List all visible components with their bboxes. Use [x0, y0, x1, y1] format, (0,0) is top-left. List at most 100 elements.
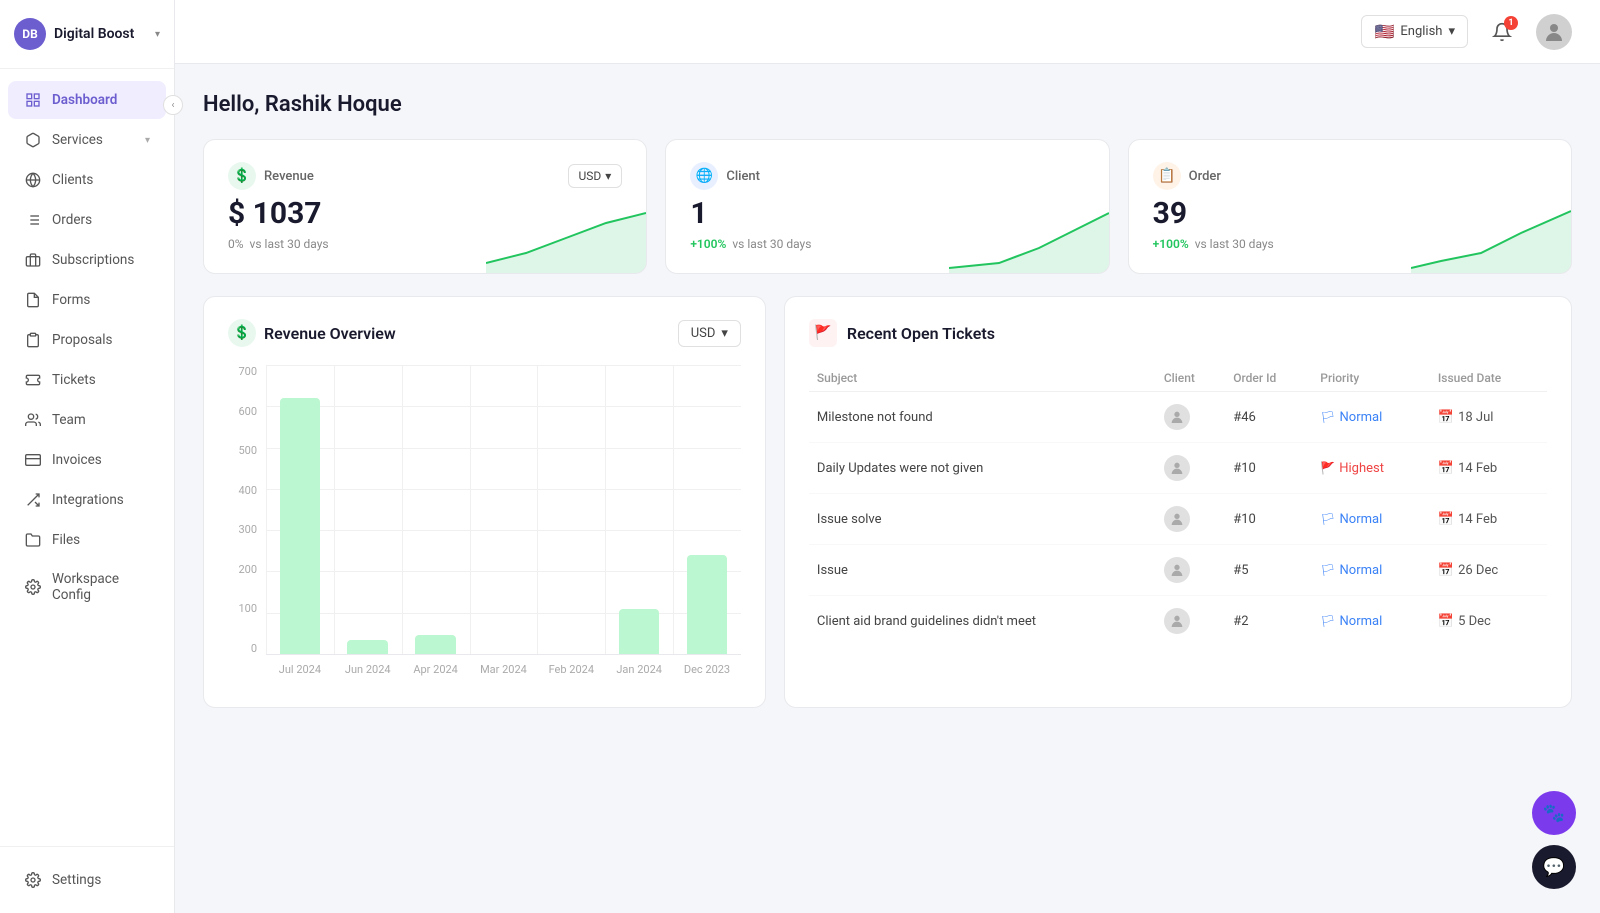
tickets-icon — [24, 371, 42, 389]
sidebar-item-label: Tickets — [52, 372, 96, 388]
workspace-icon — [24, 578, 42, 596]
bar-Jan 2024 — [619, 609, 660, 654]
sidebar-item-invoices[interactable]: Invoices — [8, 441, 166, 479]
chart-title-row: 💲 Revenue Overview — [228, 319, 396, 347]
card-currency-revenue[interactable]: USD ▾ — [568, 164, 623, 188]
x-axis-label: Dec 2023 — [673, 655, 741, 685]
ticket-date: 📅 26 Dec — [1430, 545, 1547, 596]
ticket-order-id: #10 — [1225, 494, 1312, 545]
sidebar-item-label: Integrations — [52, 492, 124, 508]
bar-Jul 2024 — [280, 398, 321, 654]
language-label: English — [1400, 24, 1442, 39]
revenue-chart-card: 💲 Revenue Overview USD ▾ 700600500400300… — [203, 296, 766, 708]
notification-button[interactable]: 1 — [1484, 14, 1520, 50]
calendar-icon: 📅 — [1438, 410, 1454, 425]
lang-chevron-icon: ▾ — [1448, 24, 1455, 39]
date-cell: 📅 18 Jul — [1438, 410, 1539, 425]
bar-group — [537, 365, 605, 654]
tickets-col-header: Order Id — [1225, 365, 1312, 392]
sidebar-item-label: Orders — [52, 212, 92, 228]
ticket-priority: 🏳 Normal — [1312, 596, 1430, 647]
sidebar-item-dashboard[interactable]: Dashboard — [8, 81, 166, 119]
sidebar-item-integrations[interactable]: Integrations — [8, 481, 166, 519]
ticket-client — [1156, 494, 1225, 545]
sidebar-item-label: Invoices — [52, 452, 102, 468]
dashboard-icon — [24, 91, 42, 109]
client-avatar-icon — [1164, 557, 1190, 583]
x-axis-label: Apr 2024 — [402, 655, 470, 685]
bottom-grid: 💲 Revenue Overview USD ▾ 700600500400300… — [203, 296, 1572, 708]
sidebar-item-label: Subscriptions — [52, 252, 134, 268]
ticket-client — [1156, 596, 1225, 647]
card-icon-client: 🌐 — [690, 162, 718, 190]
sidebar-collapse-button[interactable]: ‹ — [163, 95, 183, 115]
y-axis-label: 200 — [238, 563, 263, 576]
priority-flag-icon: 🏳 — [1320, 614, 1335, 628]
x-axis-label: Jan 2024 — [605, 655, 673, 685]
integrations-icon — [24, 491, 42, 509]
ticket-priority: 🚩 Highest — [1312, 443, 1430, 494]
sidebar-item-orders[interactable]: Orders — [8, 201, 166, 239]
ticket-date: 📅 18 Jul — [1430, 392, 1547, 443]
revenue-chart-icon: 💲 — [228, 319, 256, 347]
card-comparison-client: vs last 30 days — [732, 237, 811, 251]
table-row: Issue #5 🏳 Normal 📅 26 Dec — [809, 545, 1547, 596]
card-header: 📋 Order — [1153, 162, 1547, 190]
user-avatar[interactable] — [1536, 14, 1572, 50]
x-axis-label: Jun 2024 — [334, 655, 402, 685]
y-axis-label: 0 — [251, 642, 263, 655]
bar-group — [605, 365, 673, 654]
table-row: Milestone not found #46 🏳 Normal 📅 18 Ju… — [809, 392, 1547, 443]
ticket-priority: 🏳 Normal — [1312, 545, 1430, 596]
main-area: 🇺🇸 English ▾ 1 Hello, Rashik Hoque 💲 Rev… — [175, 0, 1600, 913]
priority-flag-icon: 🏳 — [1320, 512, 1335, 526]
tickets-col-header: Client — [1156, 365, 1225, 392]
sidebar-item-team[interactable]: Team — [8, 401, 166, 439]
card-label-client: Client — [726, 169, 760, 184]
card-header: 🌐 Client — [690, 162, 1084, 190]
y-axis: 7006005004003002001000 — [228, 365, 263, 655]
priority-flag-icon: 🏳 — [1320, 563, 1335, 577]
ticket-client — [1156, 443, 1225, 494]
sidebar-item-label: Dashboard — [52, 92, 117, 108]
ticket-subject: Client aid brand guidelines didn't meet — [809, 596, 1156, 647]
currency-label: USD — [579, 169, 602, 183]
ticket-date: 📅 14 Feb — [1430, 494, 1547, 545]
page-greeting: Hello, Rashik Hoque — [203, 92, 1572, 117]
sidebar-item-subscriptions[interactable]: Subscriptions — [8, 241, 166, 279]
priority-label: 🏳 Normal — [1320, 614, 1422, 629]
currency-chevron: ▾ — [605, 169, 611, 183]
flag-icon: 🇺🇸 — [1374, 22, 1394, 41]
ticket-flag-icon: 🚩 — [809, 319, 837, 347]
sidebar-item-services[interactable]: Services ▾ — [8, 121, 166, 159]
bar-group — [673, 365, 741, 654]
x-axis-label: Feb 2024 — [537, 655, 605, 685]
sidebar-item-label: Files — [52, 532, 80, 548]
language-selector[interactable]: 🇺🇸 English ▾ — [1361, 15, 1468, 48]
sidebar-item-proposals[interactable]: Proposals — [8, 321, 166, 359]
date-cell: 📅 14 Feb — [1438, 512, 1539, 527]
card-icon-revenue: 💲 — [228, 162, 256, 190]
chart-currency-select[interactable]: USD ▾ — [678, 320, 741, 347]
chat-widget-dark[interactable]: 💬 — [1532, 845, 1576, 889]
ticket-subject: Daily Updates were not given — [809, 443, 1156, 494]
card-badge-revenue: 0% — [228, 237, 244, 251]
bars-container — [266, 365, 741, 655]
ticket-order-id: #46 — [1225, 392, 1312, 443]
priority-label: 🏳 Normal — [1320, 563, 1422, 578]
brand-chevron-icon[interactable]: ▾ — [155, 29, 160, 40]
stat-card-client: 🌐 Client 1 +100% vs last 30 days — [665, 139, 1109, 274]
sidebar-item-clients[interactable]: Clients — [8, 161, 166, 199]
y-axis-label: 300 — [238, 523, 263, 536]
sidebar-item-forms[interactable]: Forms — [8, 281, 166, 319]
tickets-col-header: Subject — [809, 365, 1156, 392]
sidebar-item-settings[interactable]: Settings — [8, 861, 166, 899]
chat-widget-purple[interactable]: 🐾 — [1532, 791, 1576, 835]
sidebar-header: DB Digital Boost ▾ — [0, 0, 174, 69]
sidebar-item-workspace[interactable]: Workspace Config — [8, 561, 166, 613]
ticket-date: 📅 14 Feb — [1430, 443, 1547, 494]
services-chevron-icon: ▾ — [145, 135, 150, 146]
calendar-icon: 📅 — [1438, 563, 1454, 578]
sidebar-item-tickets[interactable]: Tickets — [8, 361, 166, 399]
sidebar-item-files[interactable]: Files — [8, 521, 166, 559]
